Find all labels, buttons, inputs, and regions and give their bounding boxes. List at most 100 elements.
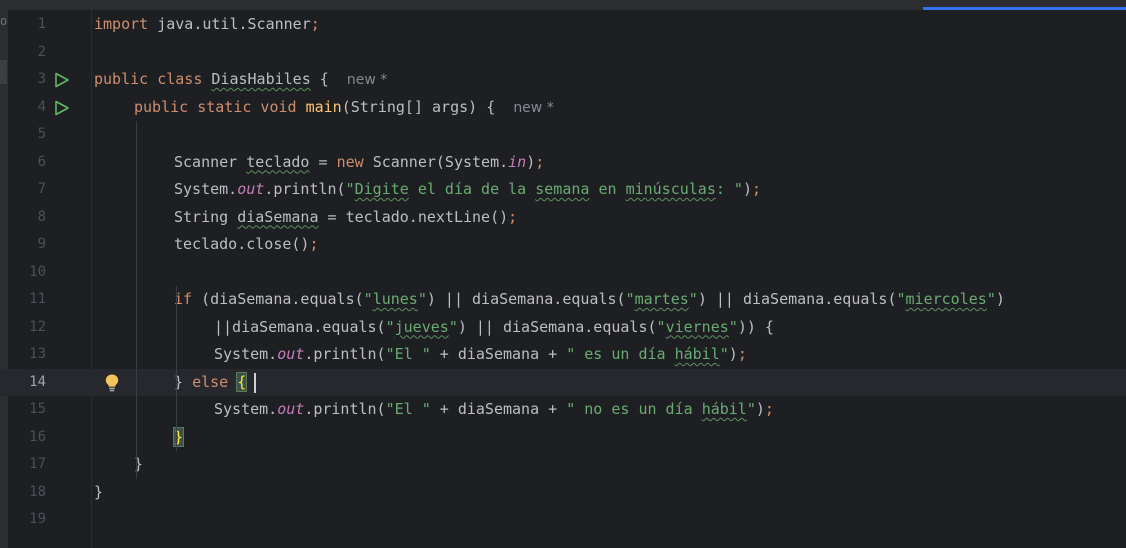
code-text[interactable]: teclado.close(); xyxy=(174,231,319,259)
code-token: " xyxy=(746,400,756,418)
code-token: ; xyxy=(508,207,518,226)
code-token: { xyxy=(310,70,347,88)
code-token: ) || diaSemana.equals( xyxy=(697,290,897,308)
code-line[interactable]: 18} xyxy=(0,479,1126,507)
line-number[interactable]: 16 xyxy=(8,424,46,452)
code-token: in xyxy=(508,152,527,171)
code-line[interactable]: 2 xyxy=(0,39,1126,67)
code-line[interactable]: 4 public static void main(String[] args) … xyxy=(0,94,1126,122)
code-token: ) || diaSemana.equals( xyxy=(457,317,657,336)
code-token: " no es un día xyxy=(566,400,702,418)
code-line[interactable]: 7 System.out.println("Digite el día de la… xyxy=(0,176,1126,204)
line-number[interactable]: 5 xyxy=(8,121,46,149)
code-token: ; xyxy=(310,15,320,33)
code-text[interactable]: System.out.println("El " + diaSemana + "… xyxy=(214,341,747,369)
line-number[interactable]: 12 xyxy=(8,314,46,342)
code-line[interactable]: 17} xyxy=(0,451,1126,479)
line-number[interactable]: 7 xyxy=(8,176,46,204)
code-token: " es un día xyxy=(566,345,675,363)
code-token: .println( xyxy=(304,400,386,418)
line-number[interactable]: 10 xyxy=(8,259,46,287)
line-number[interactable]: 2 xyxy=(8,39,46,67)
code-text[interactable]: import java.util.Scanner; xyxy=(94,11,320,39)
code-text[interactable]: System.out.println("Digite el día de la … xyxy=(174,176,761,204)
code-token: public class xyxy=(94,70,212,88)
code-text[interactable]: public static void main(String[] args) {… xyxy=(134,94,554,123)
run-gutter-icon[interactable] xyxy=(54,100,70,116)
intention-bulb-icon[interactable] xyxy=(103,373,121,393)
code-token: System. xyxy=(174,180,238,198)
code-token: public static void xyxy=(134,97,306,116)
code-text[interactable]: } xyxy=(94,479,103,507)
code-token: : " xyxy=(715,180,743,198)
line-number[interactable]: 4 xyxy=(8,94,46,122)
line-number[interactable]: 13 xyxy=(8,341,46,369)
code-token: Digite xyxy=(354,180,409,198)
code-token: Scanner xyxy=(174,152,247,171)
code-line[interactable]: 11 if (diaSemana.equals("lunes") || diaSe… xyxy=(0,286,1126,314)
code-token: " xyxy=(688,290,698,308)
code-text[interactable]: Scanner teclado = new Scanner(System.in)… xyxy=(174,149,544,177)
code-line[interactable]: 6 Scanner teclado = new Scanner(System.in… xyxy=(0,149,1126,177)
code-token: out xyxy=(277,400,305,418)
code-line[interactable]: 13 System.out.println("El " + diaSemana +… xyxy=(0,341,1126,369)
code-line[interactable]: 10 xyxy=(0,259,1126,287)
code-token: ) xyxy=(995,290,1005,308)
line-number[interactable]: 17 xyxy=(8,451,46,479)
code-token: viernes xyxy=(665,317,729,336)
code-token: " xyxy=(417,290,427,308)
code-token: "El " xyxy=(385,400,431,418)
code-token: } xyxy=(94,482,104,501)
code-token: " xyxy=(363,290,373,308)
code-token: " xyxy=(385,317,395,336)
code-token: .println( xyxy=(304,345,386,363)
code-token: minúsculas xyxy=(625,180,716,198)
code-line[interactable]: 3 public class DiasHabiles { new * xyxy=(0,66,1126,94)
code-line[interactable]: 16} xyxy=(0,424,1126,452)
code-token: import xyxy=(94,15,158,33)
code-line[interactable]: 14 } else { xyxy=(0,368,1126,397)
code-text[interactable]: System.out.println("El " + diaSemana + "… xyxy=(214,396,774,424)
code-token: ; xyxy=(764,400,774,418)
code-text[interactable]: if (diaSemana.equals("lunes") || diaSema… xyxy=(174,286,1005,314)
line-number[interactable]: 15 xyxy=(8,396,46,424)
code-token: lunes xyxy=(372,290,418,308)
line-number[interactable]: 6 xyxy=(8,149,46,177)
code-token: out xyxy=(237,180,265,198)
code-token: semana xyxy=(535,180,590,198)
code-token: + diaSemana + xyxy=(430,400,567,418)
code-token: ) xyxy=(728,345,738,363)
line-number[interactable]: 1 xyxy=(8,11,46,39)
code-line[interactable]: 8 String diaSemana = teclado.nextLine(); xyxy=(0,204,1126,232)
code-line[interactable]: 19 xyxy=(0,506,1126,534)
line-number[interactable]: 14 xyxy=(8,369,46,397)
code-token: teclado xyxy=(246,152,310,171)
code-token: jueves xyxy=(394,317,449,336)
line-number[interactable]: 8 xyxy=(8,204,46,232)
code-line[interactable]: 1 import java.util.Scanner; xyxy=(0,11,1126,39)
line-number[interactable]: 9 xyxy=(8,231,46,259)
code-text[interactable]: public class DiasHabiles { new * xyxy=(94,66,387,95)
active-tab-indicator xyxy=(923,7,1126,10)
code-token: "El " xyxy=(385,345,431,363)
code-line[interactable]: 15 System.out.println("El " + diaSemana +… xyxy=(0,396,1126,424)
code-token: teclado.close() xyxy=(174,235,310,253)
code-token: ) xyxy=(755,400,765,418)
code-line[interactable]: 12 ||diaSemana.equals("jueves") || diaSem… xyxy=(0,314,1126,342)
line-number[interactable]: 3 xyxy=(8,66,46,94)
code-token: new xyxy=(336,152,373,171)
code-line[interactable]: 9 teclado.close(); xyxy=(0,231,1126,259)
code-text[interactable]: } else { xyxy=(174,369,248,397)
line-number[interactable]: 11 xyxy=(8,286,46,314)
code-text[interactable]: ||diaSemana.equals("jueves") || diaSeman… xyxy=(214,314,774,342)
run-gutter-icon[interactable] xyxy=(54,72,70,88)
code-text[interactable]: String diaSemana = teclado.nextLine(); xyxy=(174,204,517,232)
code-token: " xyxy=(448,317,458,336)
line-number[interactable]: 19 xyxy=(8,506,46,534)
code-token: ) xyxy=(742,180,752,198)
code-editor[interactable]: o 1 import java.util.Scanner; 2 3 public cla… xyxy=(0,0,1126,548)
line-number[interactable]: 18 xyxy=(8,479,46,507)
code-line[interactable]: 5 xyxy=(0,121,1126,149)
code-token: else xyxy=(192,372,238,391)
code-token: )) { xyxy=(737,317,774,336)
